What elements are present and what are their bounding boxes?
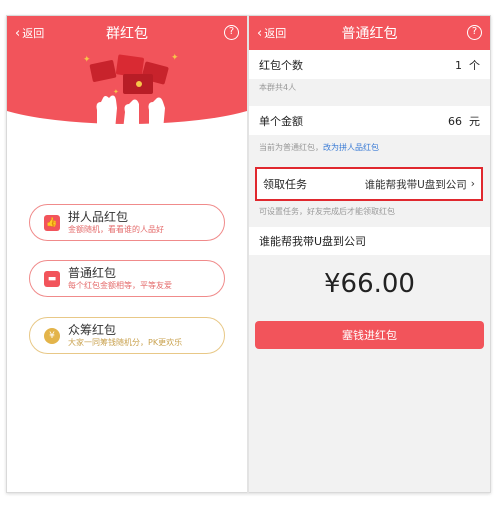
packet-count-field[interactable]: 1 个 <box>455 57 480 73</box>
option-title: 普通红包 <box>68 266 117 280</box>
option-crowdfund-packet[interactable]: ¥ 众筹红包 大家一同筹钱随机分，PK更欢乐 <box>29 317 225 354</box>
task-value-text: 谁能帮我带U盘到公司 <box>364 178 467 191</box>
packet-count-unit: 个 <box>469 58 480 72</box>
amount-label: 单个金额 <box>259 114 303 128</box>
group-size-note: 本群共4人 <box>259 83 297 92</box>
task-row[interactable]: 领取任务 谁能帮我带U盘到公司 › <box>255 167 483 201</box>
switch-to-lucky-link[interactable]: 改为拼人品红包 <box>323 143 379 152</box>
amount-note-text: 当前为普通红包， <box>259 143 323 152</box>
option-normal-packet[interactable]: ▬ 普通红包 每个红包金额相等，平等友爱 <box>29 260 225 297</box>
option-title: 众筹红包 <box>68 323 117 337</box>
task-note: 可设置任务，好友完成后才能领取红包 <box>259 207 395 216</box>
coin-icon: ¥ <box>44 327 60 344</box>
total-amount-display: ¥66.00 <box>324 269 415 299</box>
thumb-up-icon: 👍 <box>44 214 60 231</box>
option-subtitle: 每个红包金额相等，平等友爱 <box>68 281 172 290</box>
task-label: 领取任务 <box>263 178 307 191</box>
normal-red-packet-screen: ‹ 返回 普通红包 ? 红包个数 1 个 本群共4人 单个金额 66 元 当前为… <box>249 16 490 492</box>
packet-count-value: 1 <box>455 58 462 72</box>
amount-field[interactable]: 66 元 <box>448 113 480 129</box>
option-subtitle: 大家一同筹钱随机分，PK更欢乐 <box>68 338 183 347</box>
message-text: 谁能帮我带U盘到公司 <box>259 235 367 248</box>
submit-button[interactable]: 塞钱进红包 <box>255 321 484 349</box>
svg-text:✦: ✦ <box>113 88 119 96</box>
help-icon[interactable]: ? <box>224 25 239 40</box>
svg-text:✦: ✦ <box>171 53 179 63</box>
option-lucky-packet[interactable]: 👍 拼人品红包 金额随机，看看谁的人品好 <box>29 204 225 241</box>
packet-count-label: 红包个数 <box>259 58 303 72</box>
chevron-right-icon: › <box>470 178 475 190</box>
svg-text:✦: ✦ <box>83 55 91 65</box>
right-navbar: ‹ 返回 普通红包 ? <box>249 16 490 50</box>
group-red-packet-screen: ‹ 返回 群红包 ? ✦ ✦ ✦ 👍 拼人品红包 金额随机，看看谁的人品好 ▬ … <box>7 16 247 492</box>
option-subtitle: 金额随机，看看谁的人品好 <box>68 225 164 234</box>
amount-row[interactable]: 单个金额 66 元 <box>249 106 490 135</box>
envelope-icon: ▬ <box>44 270 60 287</box>
red-packet-illustration-icon: ✦ ✦ ✦ <box>83 53 179 130</box>
message-field[interactable]: 谁能帮我带U盘到公司 <box>249 227 490 255</box>
page-title: 普通红包 <box>341 26 398 42</box>
amount-note: 当前为普通红包，改为拼人品红包 <box>259 142 379 153</box>
amount-unit: 元 <box>469 114 480 128</box>
option-title: 拼人品红包 <box>68 210 129 224</box>
page-title: 群红包 <box>106 26 148 42</box>
packet-count-row[interactable]: 红包个数 1 个 <box>249 50 490 79</box>
left-navbar: ‹ 返回 群红包 ? <box>7 16 247 50</box>
amount-value: 66 <box>448 114 462 128</box>
help-icon[interactable]: ? <box>467 25 482 40</box>
task-value: 谁能帮我带U盘到公司 › <box>365 177 475 192</box>
